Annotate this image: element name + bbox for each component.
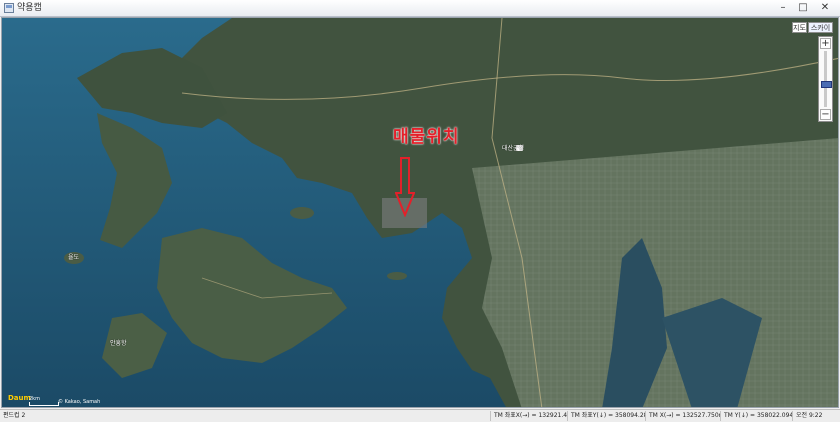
status-clock: 오전 9:22 — [792, 411, 840, 421]
scale-bar — [29, 402, 59, 406]
zoom-out-button[interactable]: − — [820, 109, 831, 120]
status-coord-y: TM 좌표Y(↓) = 358094.281m — [567, 411, 645, 421]
map-scale: 2km — [29, 396, 59, 406]
place-label: 안흥항 — [110, 340, 127, 347]
zoom-slider-handle[interactable] — [821, 81, 832, 88]
zoom-in-button[interactable]: + — [820, 38, 831, 49]
status-tm-x: TM X(→) = 132527.750m — [645, 411, 720, 421]
map-type-button-map[interactable]: 지도 — [792, 22, 807, 33]
map-copyright: © Kakao, Samah — [58, 399, 101, 405]
place-label: 율도 — [68, 254, 80, 261]
map-view[interactable]: 지도 스카이뷰 + − 매물위치 대산군청 율도 안흥항 Daum 2km © … — [1, 17, 839, 408]
maximize-icon: □ — [798, 2, 808, 13]
status-mode: 편드컵 2 — [3, 412, 26, 419]
map-type-label: 지도 — [793, 24, 806, 32]
title-bar: 약용캡 – □ ✕ — [0, 0, 840, 17]
map-type-button-skyview[interactable]: 스카이뷰 — [808, 22, 833, 43]
satellite-imagery — [2, 18, 838, 407]
property-location-label: 매물위치 — [393, 127, 460, 147]
app-icon — [4, 3, 14, 13]
status-bar: 편드컵 2 TM 좌표X(→) = 132921.477m TM 좌표Y(↓) … — [0, 409, 840, 422]
down-arrow-icon — [395, 157, 415, 217]
status-coord-x: TM 좌표X(→) = 132921.477m — [490, 411, 567, 421]
close-button[interactable]: ✕ — [817, 2, 833, 14]
place-label: 대산군청 — [502, 145, 525, 152]
maximize-button[interactable]: □ — [795, 2, 811, 14]
map-logo: Daum — [8, 394, 31, 402]
zoom-control: + − — [818, 36, 833, 122]
window-title: 약용캡 — [17, 3, 42, 13]
close-icon: ✕ — [820, 2, 830, 13]
minimize-button[interactable]: – — [775, 2, 791, 14]
minimize-icon: – — [780, 2, 786, 13]
zoom-slider-track[interactable] — [824, 51, 827, 107]
status-tm-y: TM Y(↓) = 358022.094m — [720, 411, 792, 421]
